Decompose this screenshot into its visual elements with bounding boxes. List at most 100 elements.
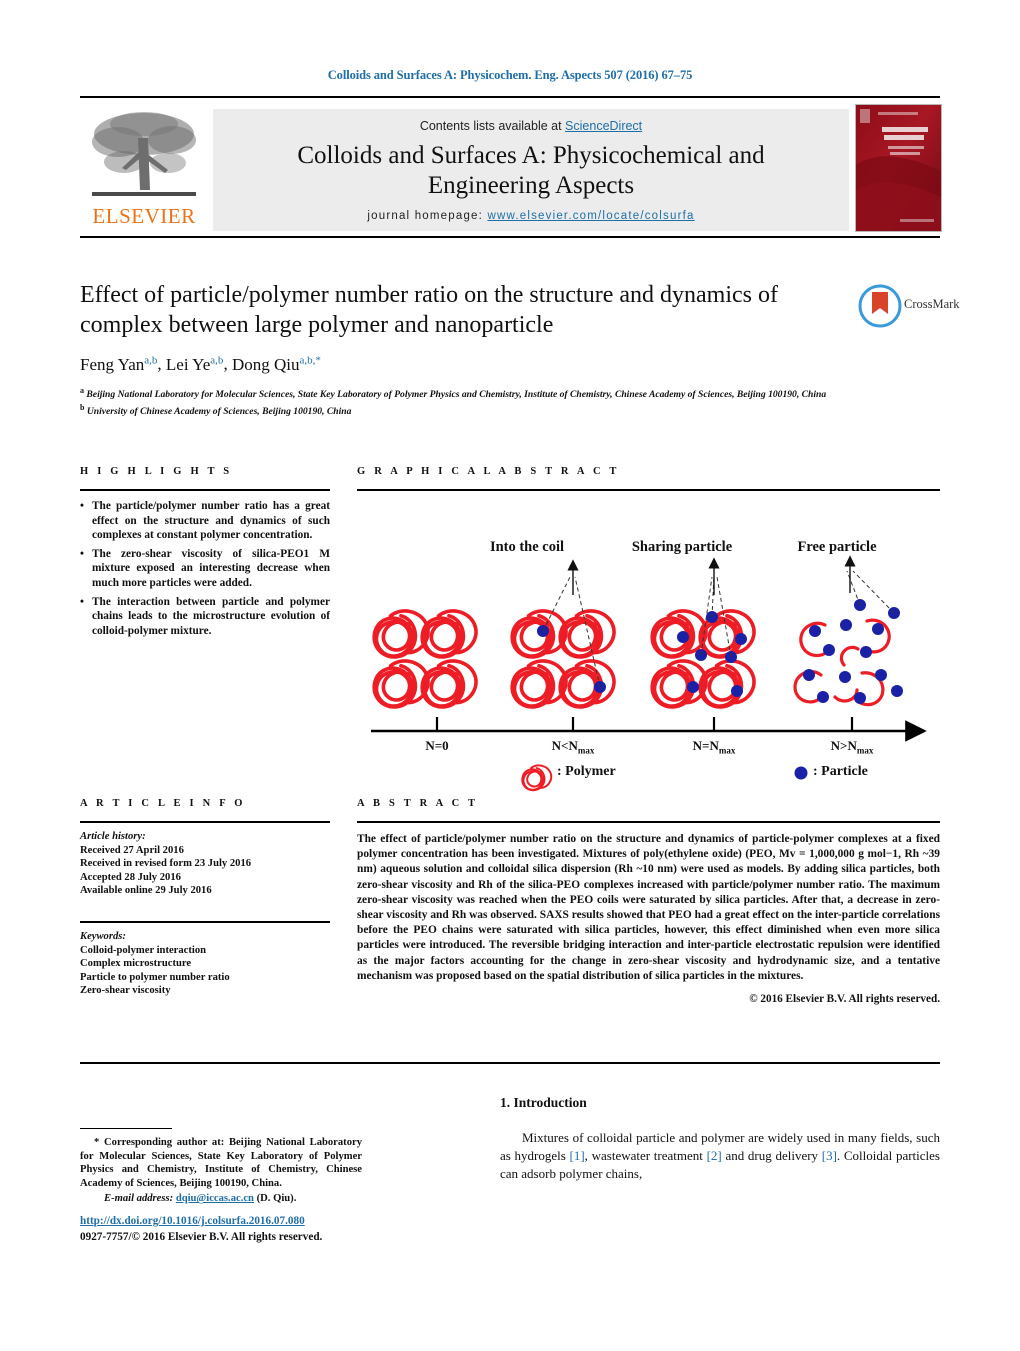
article-history: Article history: Received 27 April 2016 … (80, 830, 330, 898)
issn-copyright: 0927-7757/© 2016 Elsevier B.V. All right… (80, 1231, 323, 1243)
corresponding-author-text: * Corresponding author at: Beijing Natio… (80, 1137, 362, 1189)
email-suffix: (D. Qiu). (256, 1193, 297, 1205)
legend-polymer-label: : Polymer (557, 764, 616, 779)
journal-homepage-line: journal homepage: www.elsevier.com/locat… (213, 210, 849, 222)
keyword-item: Colloid-polymer interaction (80, 944, 207, 956)
legend-particle-label: : Particle (813, 764, 868, 779)
author-3: Dong Qiua,b,* (231, 354, 321, 374)
highlights-list: The particle/polymer number ratio has a … (80, 499, 330, 638)
running-head: Colloids and Surfaces A: Physicochem. En… (327, 68, 693, 82)
elsevier-wordmark: ELSEVIER (92, 204, 196, 228)
contents-line: Contents lists available at ScienceDirec… (213, 119, 849, 133)
journal-homepage-link[interactable]: www.elsevier.com/locate/colsurfa (487, 210, 694, 222)
introduction-section: 1. Introduction Mixtures of colloidal pa… (500, 1095, 940, 1183)
footer-block: http://dx.doi.org/10.1016/j.colsurfa.201… (80, 1211, 410, 1243)
author-2-name: Lei Ye (165, 354, 211, 374)
email-label: E-mail address: (104, 1193, 174, 1205)
affiliation-a-mark: a (80, 385, 84, 395)
corresponding-author-note: * Corresponding author at: Beijing Natio… (80, 1136, 362, 1190)
author-1-name: Feng Yan (80, 354, 145, 374)
history-online: Available online 29 July 2016 (80, 885, 212, 897)
article-info-rule-mid (80, 920, 330, 923)
history-accepted: Accepted 28 July 2016 (80, 871, 181, 883)
author-list: Feng Yana,b, Lei Yea,b, Dong Qiua,b,* (80, 354, 321, 374)
legend-particle-icon (794, 766, 808, 780)
abstract-section: A B S T R A C T The effect of particle/p… (357, 798, 940, 1005)
author-1: Feng Yana,b (80, 354, 158, 374)
title-block: Effect of particle/polymer number ratio … (80, 280, 960, 419)
legend-polymer-icon (521, 764, 553, 792)
doi-link[interactable]: http://dx.doi.org/10.1016/j.colsurfa.201… (80, 1215, 305, 1227)
masthead-bottom-rule (80, 236, 940, 238)
footnote-rule (80, 1128, 172, 1129)
author-3-marks: a,b,* (299, 354, 321, 366)
article-info-spacer (80, 898, 330, 921)
page-bottom-rule (80, 1062, 940, 1064)
highlights-heading: H I G H L I G H T S (80, 466, 233, 477)
graphical-abstract-heading: G R A P H I C A L A B S T R A C T (357, 466, 620, 477)
graphical-abstract-rule (357, 489, 940, 491)
author-1-marks: a,b (144, 354, 158, 366)
affiliation-a-text: Beijing National Laboratory for Molecula… (86, 388, 827, 400)
masthead-center: Contents lists available at ScienceDirec… (213, 109, 849, 231)
list-item: The particle/polymer number ratio has a … (80, 499, 330, 543)
abstract-heading: A B S T R A C T (357, 798, 479, 809)
reference-2[interactable]: [2] (707, 1148, 722, 1163)
list-item: The interaction between particle and pol… (80, 595, 330, 639)
journal-title: Colloids and Surfaces A: Physicochemical… (213, 141, 849, 201)
history-revised: Received in revised form 23 July 2016 (80, 858, 252, 870)
introduction-paragraph: Mixtures of colloidal particle and polym… (500, 1130, 940, 1181)
crossmark-icon (858, 284, 902, 328)
list-item: The zero-shear viscosity of silica-PEO1 … (80, 547, 330, 591)
elsevier-tree-icon (92, 112, 196, 196)
keyword-item: Zero-shear viscosity (80, 985, 171, 997)
affiliation-b-text: University of Chinese Academy of Science… (86, 406, 352, 418)
reference-3[interactable]: [3] (822, 1148, 837, 1163)
page-title: Effect of particle/polymer number ratio … (80, 282, 778, 338)
panel-nlt-coils (510, 559, 616, 709)
axis-label-n0: N=0 (425, 738, 449, 753)
journal-title-line-2: Engineering Aspects (427, 172, 635, 199)
article-info-rule-top (80, 821, 330, 823)
introduction-heading: 1. Introduction (500, 1095, 587, 1110)
journal-cover-image (856, 105, 941, 231)
article-info-section: A R T I C L E I N F O Article history: R… (80, 798, 330, 998)
affiliation-b-mark: b (80, 403, 85, 413)
highlights-rule (80, 489, 330, 491)
author-2: Lei Yea,b (165, 354, 224, 374)
crossmark-label: CrossMark (904, 297, 960, 311)
panel-neq-coils (650, 557, 756, 709)
reference-1[interactable]: [1] (570, 1148, 585, 1163)
affiliation-b: b University of Chinese Academy of Scien… (80, 402, 840, 419)
footnote-block: * Corresponding author at: Beijing Natio… (80, 1128, 362, 1206)
author-2-marks: a,b (210, 354, 224, 366)
abstract-copyright: © 2016 Elsevier B.V. All rights reserved… (749, 993, 940, 1006)
keyword-item: Complex microstructure (80, 958, 192, 970)
affiliation-a: a Beijing National Laboratory for Molecu… (80, 385, 840, 402)
abstract-text: The effect of particle/polymer number ra… (357, 833, 940, 982)
article-history-label: Article history: (80, 831, 146, 842)
graphical-abstract-section: G R A P H I C A L A B S T R A C T Into t… (357, 466, 940, 795)
crossmark-badge[interactable]: CrossMark (858, 284, 968, 330)
keywords-label: Keywords: (80, 930, 126, 942)
journal-cover-thumbnail (855, 104, 942, 232)
contents-prefix: Contents lists available at (419, 119, 566, 133)
graphical-abstract-figure: Into the coil Sharing particle Free part… (357, 505, 940, 795)
panel-n0-coils (372, 609, 478, 709)
axis-label-n-eq-nmax: N=Nmax (692, 738, 736, 756)
keyword-item: Particle to polymer number ratio (80, 971, 230, 983)
highlights-section: H I G H L I G H T S The particle/polymer… (80, 466, 330, 638)
journal-masthead: ELSEVIER Contents lists available at Sci… (80, 96, 942, 238)
author-3-name: Dong Qiu (231, 354, 300, 374)
homepage-prefix: journal homepage: (367, 210, 488, 222)
paper-page: Colloids and Surfaces A: Physicochem. En… (0, 0, 1020, 1351)
abstract-rule (357, 821, 940, 823)
email-link[interactable]: dqiu@iccas.ac.cn (176, 1193, 254, 1204)
elsevier-logo: ELSEVIER (80, 108, 208, 230)
axis-label-n-lt-nmax: N<Nmax (551, 738, 595, 756)
sciencedirect-link[interactable]: ScienceDirect (565, 119, 642, 133)
journal-title-line-1: Colloids and Surfaces A: Physicochemical… (297, 142, 765, 169)
history-received: Received 27 April 2016 (80, 844, 184, 856)
keywords-block: Keywords: Colloid-polymer interaction Co… (80, 930, 330, 998)
axis-label-n-gt-nmax: N>Nmax (830, 738, 874, 756)
